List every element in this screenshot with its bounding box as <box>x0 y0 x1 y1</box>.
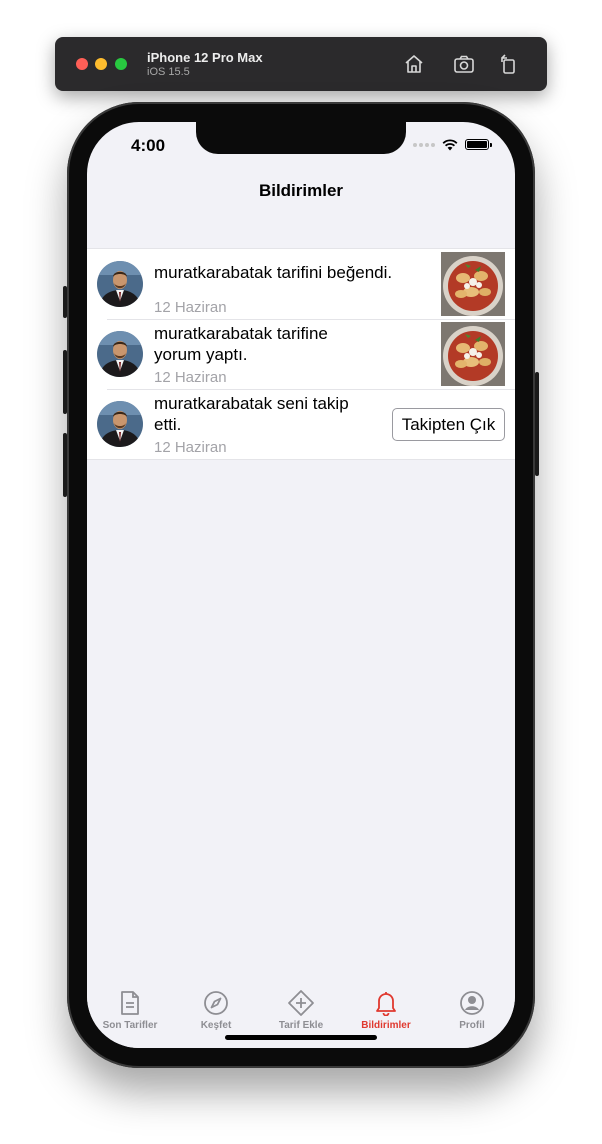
recipe-thumbnail[interactable] <box>441 322 505 386</box>
unfollow-button[interactable]: Takipten Çık <box>392 408 505 441</box>
simulator-toolbar: iPhone 12 Pro Max iOS 15.5 <box>55 37 547 91</box>
avatar[interactable] <box>97 261 143 307</box>
tab-label: Bildirimler <box>361 1020 411 1031</box>
notification-row[interactable]: muratkarabatak tarifine yorum yaptı. 12 … <box>87 319 515 389</box>
close-window-button[interactable] <box>76 58 88 70</box>
notifications-list: muratkarabatak tarifini beğendi. 12 Hazi… <box>87 248 515 460</box>
status-indicators <box>413 138 492 151</box>
tab-profil[interactable]: Profil <box>429 990 515 1031</box>
notification-text: muratkarabatak tarifini beğendi. <box>154 263 393 282</box>
os-version: iOS 15.5 <box>147 66 190 78</box>
tab-son-tarifler[interactable]: Son Tarifler <box>87 990 173 1031</box>
avatar[interactable] <box>97 401 143 447</box>
notification-row[interactable]: muratkarabatak tarifini beğendi. 12 Hazi… <box>87 249 515 319</box>
status-time: 4:00 <box>131 136 166 155</box>
tab-kesfet[interactable]: Keşfet <box>173 990 259 1031</box>
screenshot-button[interactable] <box>450 50 478 78</box>
home-indicator[interactable] <box>225 1035 377 1040</box>
tab-label: Son Tarifler <box>102 1020 158 1031</box>
tab-tarif-ekle[interactable]: Tarif Ekle <box>258 990 344 1031</box>
notification-date: 12 Haziran <box>154 369 227 386</box>
battery-icon <box>465 139 492 150</box>
mute-switch <box>63 286 67 318</box>
power-button <box>535 372 539 476</box>
notch <box>196 122 406 154</box>
volume-down-button <box>63 433 67 497</box>
tab-bar: Son Tarifler Keşfet Tarif Ekle Bildiriml… <box>87 966 515 1048</box>
device-name: iPhone 12 Pro Max <box>147 50 263 65</box>
tab-label: Profil <box>459 1020 485 1031</box>
tab-label: Tarif Ekle <box>278 1020 324 1031</box>
rotate-icon <box>501 54 515 74</box>
home-button[interactable] <box>400 50 428 78</box>
minimize-window-button[interactable] <box>95 58 107 70</box>
add-diamond-icon <box>288 990 314 1016</box>
tab-label: Keşfet <box>200 1020 232 1031</box>
bell-icon <box>376 992 396 1016</box>
compass-icon <box>204 991 228 1015</box>
recipe-thumbnail[interactable] <box>441 252 505 316</box>
notification-text: muratkarabatak tarifine yorum yaptı. <box>154 324 328 364</box>
signal-icon <box>413 142 435 147</box>
app-screen: 4:00 Bildirimler muratkarabatak tarifini… <box>87 122 515 1048</box>
wifi-icon <box>442 139 458 151</box>
page-title: Bildirimler <box>258 181 344 200</box>
user-circle-icon <box>460 991 484 1015</box>
tab-bildirimler[interactable]: Bildirimler <box>343 990 429 1031</box>
rotate-button[interactable] <box>495 50 523 78</box>
screenshot-icon <box>454 55 474 73</box>
volume-up-button <box>63 350 67 414</box>
document-icon <box>121 991 139 1015</box>
zoom-window-button[interactable] <box>115 58 127 70</box>
notification-row[interactable]: muratkarabatak seni takip etti. 12 Hazir… <box>87 389 515 459</box>
notification-date: 12 Haziran <box>154 299 227 316</box>
home-icon <box>405 55 423 73</box>
notification-date: 12 Haziran <box>154 439 227 456</box>
avatar[interactable] <box>97 331 143 377</box>
notification-text: muratkarabatak seni takip etti. <box>154 394 349 434</box>
